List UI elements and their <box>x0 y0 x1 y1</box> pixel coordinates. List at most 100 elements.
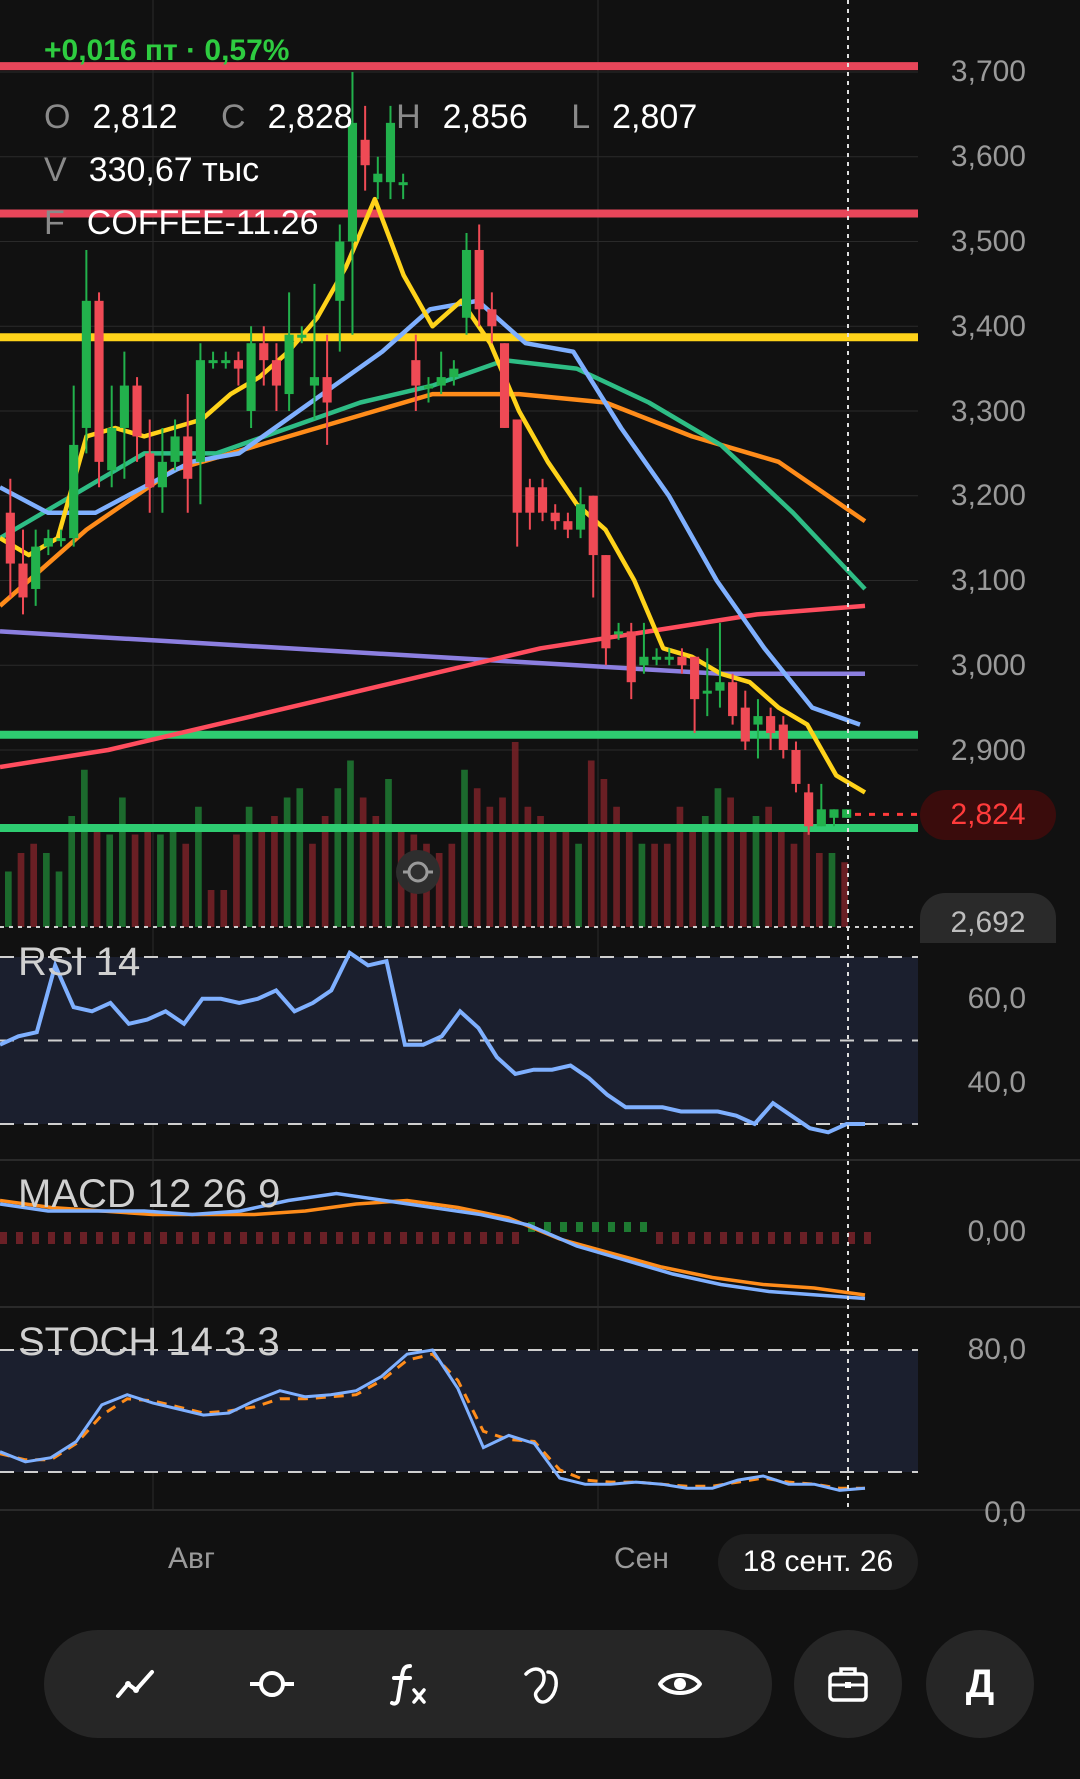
volume-bar <box>258 825 266 927</box>
macd-histogram-bar <box>16 1232 23 1244</box>
account-letter: Д <box>965 1661 995 1706</box>
candle-body <box>436 377 446 386</box>
macd-histogram-bar <box>832 1232 839 1244</box>
volume-bar <box>790 843 798 927</box>
high-key: H <box>396 98 421 136</box>
volume-bar <box>93 825 101 927</box>
volume-key: V <box>44 151 67 189</box>
macd-histogram-bar <box>32 1232 39 1244</box>
close-value: 2,828 <box>267 98 353 136</box>
candle-body <box>309 377 320 386</box>
cursor-date[interactable]: 18 сент. 26 <box>718 1534 918 1590</box>
volume-bar <box>461 769 468 927</box>
candle-body <box>284 334 294 395</box>
volume-bar <box>663 843 671 927</box>
price-tick: 3,000 <box>950 649 1026 682</box>
macd-histogram-bar <box>448 1232 455 1244</box>
volume-bar <box>157 834 164 927</box>
volume-bar <box>321 816 329 927</box>
candle-body <box>575 504 586 530</box>
macd-histogram-bar <box>224 1232 231 1244</box>
volume-bar <box>537 816 544 927</box>
candle-body <box>56 538 66 542</box>
volume-bar <box>182 843 190 927</box>
candle-body <box>360 139 370 166</box>
drawing-tool-icon[interactable] <box>504 1644 584 1724</box>
volume-bar <box>169 825 177 927</box>
candle-body <box>588 495 598 556</box>
macd-histogram-bar <box>368 1232 375 1244</box>
macd-histogram-bar <box>864 1232 871 1244</box>
macd-histogram-bar <box>560 1222 567 1232</box>
macd-tick: 0,00 <box>967 1215 1026 1248</box>
macd-histogram-bar <box>656 1232 663 1244</box>
macd-title[interactable]: MACD 12 26 9 <box>18 1172 280 1217</box>
account-button[interactable]: Д <box>926 1630 1034 1738</box>
volume-bar <box>372 816 380 927</box>
volume-bar <box>359 797 367 927</box>
candle-body <box>842 809 852 818</box>
volume-bar <box>283 797 291 927</box>
moving-average-orange <box>0 391 867 608</box>
volume-bar <box>803 825 810 927</box>
volume-row: V 330,67 тыс <box>44 151 293 190</box>
candle-body <box>31 546 41 589</box>
candle-body <box>525 487 535 513</box>
price-change: +0,016 пт · 0,57% <box>44 34 290 67</box>
indicator-circle-icon[interactable] <box>232 1644 312 1724</box>
candle-body <box>271 360 282 386</box>
price-tick: 3,200 <box>950 479 1026 512</box>
volume-bar <box>144 825 152 927</box>
volume-bar <box>106 834 114 927</box>
macd-histogram-bar <box>192 1232 199 1244</box>
macd-histogram-bar <box>160 1232 167 1244</box>
volume-bar <box>651 843 658 927</box>
moving-average-purple <box>0 629 865 676</box>
macd-histogram-bar <box>176 1232 183 1244</box>
price-tick: 2,900 <box>950 734 1026 767</box>
candle-body <box>183 436 193 479</box>
trend-line-icon[interactable] <box>96 1644 176 1724</box>
volume-bar <box>296 788 304 927</box>
x-axis-label: Авг <box>168 1542 215 1575</box>
candle-body <box>297 334 307 338</box>
candle-body <box>487 309 497 327</box>
candle-body <box>107 427 117 471</box>
candle-body <box>614 631 624 635</box>
candle-body <box>461 249 472 318</box>
candle-body <box>259 343 269 361</box>
candle-body <box>550 512 560 522</box>
volume-bar <box>815 853 823 927</box>
symbol-value: COFFEE-11.26 <box>86 204 319 242</box>
rsi-title[interactable]: RSI 14 <box>18 940 140 985</box>
candle-body <box>195 360 205 462</box>
macd-histogram-bar <box>720 1232 727 1244</box>
candle-body <box>766 716 776 734</box>
crosshair-icon <box>403 861 433 883</box>
candle-body <box>208 360 218 364</box>
macd-histogram-bar <box>816 1232 823 1244</box>
eye-icon[interactable] <box>640 1644 720 1724</box>
crosshair-button[interactable] <box>396 850 440 894</box>
volume-value: 330,67 тыс <box>88 151 260 189</box>
volume-bar <box>841 862 848 927</box>
candle-body <box>398 182 408 186</box>
volume-bar <box>752 816 760 927</box>
price-tick: 3,400 <box>950 310 1026 343</box>
macd-histogram-bar <box>480 1232 487 1244</box>
candle-body <box>69 444 79 539</box>
portfolio-button[interactable] <box>794 1630 902 1738</box>
volume-bar <box>30 843 38 927</box>
macd-histogram-bar <box>208 1232 215 1244</box>
function-icon[interactable] <box>368 1644 448 1724</box>
macd-histogram-bar <box>96 1232 103 1244</box>
stoch-title[interactable]: STOCH 14 3 3 <box>18 1320 280 1365</box>
macd-histogram-bar <box>128 1232 135 1244</box>
candle-body <box>690 656 700 700</box>
macd-histogram-bar <box>48 1232 55 1244</box>
candle-body <box>664 656 674 660</box>
macd-histogram-bar <box>320 1232 327 1244</box>
candle-body <box>373 173 383 183</box>
stoch-tick: 80,0 <box>967 1333 1026 1366</box>
volume-bar <box>81 769 88 927</box>
